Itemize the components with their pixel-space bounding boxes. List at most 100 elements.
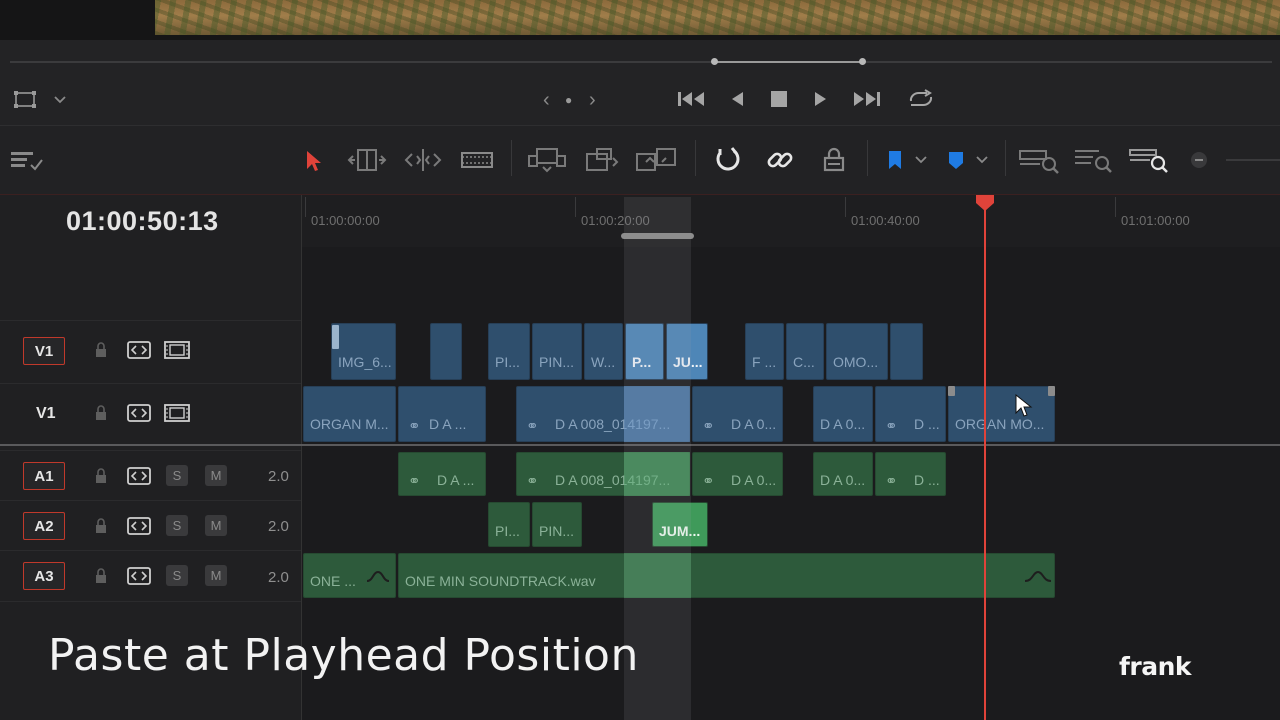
track-enable-filmstrip-icon[interactable] <box>164 403 190 423</box>
auto-track-select-icon[interactable] <box>127 403 151 423</box>
solo-button-a1[interactable]: S <box>166 465 188 486</box>
video-clip[interactable]: W... <box>584 323 623 380</box>
solo-button-a2[interactable]: S <box>166 515 188 536</box>
track-badge-v1-upper[interactable]: V1 <box>23 337 65 365</box>
overwrite-clip-icon[interactable] <box>582 145 622 175</box>
loop-icon[interactable] <box>904 86 936 112</box>
video-clip[interactable]: D A 0... <box>813 386 873 442</box>
next-clip-button[interactable]: › <box>589 89 596 112</box>
clip-label: D A ... <box>437 472 475 488</box>
clip-label: PI... <box>495 354 520 370</box>
audio-clip[interactable]: PIN... <box>532 502 582 547</box>
mute-button-a3[interactable]: M <box>205 565 227 586</box>
viewer-scrubber[interactable] <box>10 61 1272 63</box>
linked-selection-icon[interactable] <box>764 144 796 176</box>
clip-label: D A ... <box>429 416 467 432</box>
track-lock-icon[interactable] <box>92 467 110 485</box>
track-level-a1: 2.0 <box>268 468 289 485</box>
track-lock-icon[interactable] <box>92 567 110 585</box>
track-lock-icon[interactable] <box>92 341 110 359</box>
ruler-tick <box>845 197 846 217</box>
go-to-start-icon[interactable] <box>676 87 706 111</box>
video-clip[interactable]: PIN... <box>532 323 582 380</box>
auto-track-select-icon[interactable] <box>127 340 151 360</box>
video-clip[interactable]: OMO... <box>826 323 888 380</box>
link-icon: ⚭ <box>702 418 715 435</box>
video-clip[interactable] <box>890 323 923 380</box>
video-clip[interactable] <box>430 323 462 380</box>
track-badge-a3[interactable]: A3 <box>23 562 65 590</box>
video-clip[interactable]: F ... <box>745 323 784 380</box>
video-clip[interactable]: IMG_6... <box>331 323 396 380</box>
scrub-range[interactable] <box>714 61 862 63</box>
toolbar-separator <box>511 140 512 176</box>
snapping-magnet-icon[interactable] <box>711 144 743 176</box>
auto-track-select-icon[interactable] <box>127 516 151 536</box>
clip-trim-handle[interactable] <box>948 386 955 396</box>
insert-clip-icon[interactable] <box>526 145 568 175</box>
ruler-tick <box>305 197 306 217</box>
frame-mode-icon[interactable] <box>12 88 38 112</box>
playhead-handle[interactable] <box>975 194 995 212</box>
transport-area <box>0 40 1280 126</box>
mute-button-a2[interactable]: M <box>205 515 227 536</box>
dynamic-trim-mode-icon[interactable] <box>403 146 443 174</box>
marker-icon[interactable] <box>944 148 968 172</box>
replace-clip-icon[interactable] <box>633 145 679 175</box>
zoom-out-minus-icon[interactable] <box>1189 150 1209 170</box>
audio-clip[interactable]: PI... <box>488 502 530 547</box>
video-clip[interactable]: C... <box>786 323 824 380</box>
play-reverse-icon[interactable] <box>726 87 748 111</box>
range-out-handle[interactable] <box>859 58 866 65</box>
auto-track-select-icon[interactable] <box>127 566 151 586</box>
selection-mode-arrow-icon[interactable] <box>302 147 324 175</box>
clip-trim-handle[interactable] <box>1048 386 1055 396</box>
prev-clip-button[interactable]: ‹ <box>543 89 550 112</box>
clip-label: C... <box>793 354 815 370</box>
timeline-view-options-icon[interactable] <box>8 147 46 175</box>
track-lock-icon[interactable] <box>92 517 110 535</box>
stop-icon[interactable] <box>767 87 791 111</box>
position-lock-icon[interactable] <box>819 145 849 175</box>
link-icon: ⚭ <box>702 473 715 490</box>
solo-button-a3[interactable]: S <box>166 565 188 586</box>
toolbar-separator <box>867 140 868 176</box>
play-icon[interactable] <box>810 87 832 111</box>
track-badge-a1[interactable]: A1 <box>23 462 65 490</box>
flag-dropdown-chevron-icon[interactable] <box>913 150 929 170</box>
timeline-range-handle[interactable] <box>621 233 694 239</box>
playhead-line[interactable] <box>984 205 986 720</box>
clip-label: D ... <box>914 472 940 488</box>
zoom-detail-icon[interactable] <box>1073 145 1115 175</box>
zoom-full-extent-icon[interactable] <box>1018 145 1060 175</box>
clip-label: W... <box>591 354 616 370</box>
range-in-handle[interactable] <box>711 58 718 65</box>
video-clip[interactable]: ORGAN MO... <box>948 386 1055 442</box>
audio-clip[interactable]: D A 0... <box>813 452 873 496</box>
video-clip[interactable]: ORGAN M... <box>303 386 396 442</box>
zoom-custom-icon[interactable] <box>1128 145 1170 175</box>
link-icon: ⚭ <box>408 418 421 435</box>
flag-icon[interactable] <box>884 148 906 172</box>
chevron-down-icon[interactable] <box>52 90 68 110</box>
link-icon: ⚭ <box>526 473 539 490</box>
clip-label: PI... <box>495 523 520 539</box>
clip-label: ONE MIN SOUNDTRACK.wav <box>405 573 596 589</box>
track-label-v1[interactable]: V1 <box>36 405 56 423</box>
zoom-slider[interactable] <box>1226 159 1280 161</box>
clip-thumbnail <box>332 325 339 349</box>
audio-clip-soundtrack[interactable]: ONE MIN SOUNDTRACK.wav <box>398 553 1055 598</box>
clip-label: ORGAN M... <box>310 416 389 432</box>
track-enable-filmstrip-icon[interactable] <box>164 340 190 360</box>
timecode-display[interactable]: 01:00:50:13 <box>66 206 219 237</box>
auto-track-select-icon[interactable] <box>127 466 151 486</box>
track-badge-a2[interactable]: A2 <box>23 512 65 540</box>
track-lock-icon[interactable] <box>92 404 110 422</box>
blade-edit-mode-icon[interactable] <box>459 148 495 172</box>
viewer-image <box>155 0 1280 35</box>
trim-edit-mode-icon[interactable] <box>346 146 388 174</box>
go-to-end-icon[interactable] <box>852 87 882 111</box>
marker-dropdown-chevron-icon[interactable] <box>974 150 990 170</box>
video-clip[interactable]: PI... <box>488 323 530 380</box>
mute-button-a1[interactable]: M <box>205 465 227 486</box>
